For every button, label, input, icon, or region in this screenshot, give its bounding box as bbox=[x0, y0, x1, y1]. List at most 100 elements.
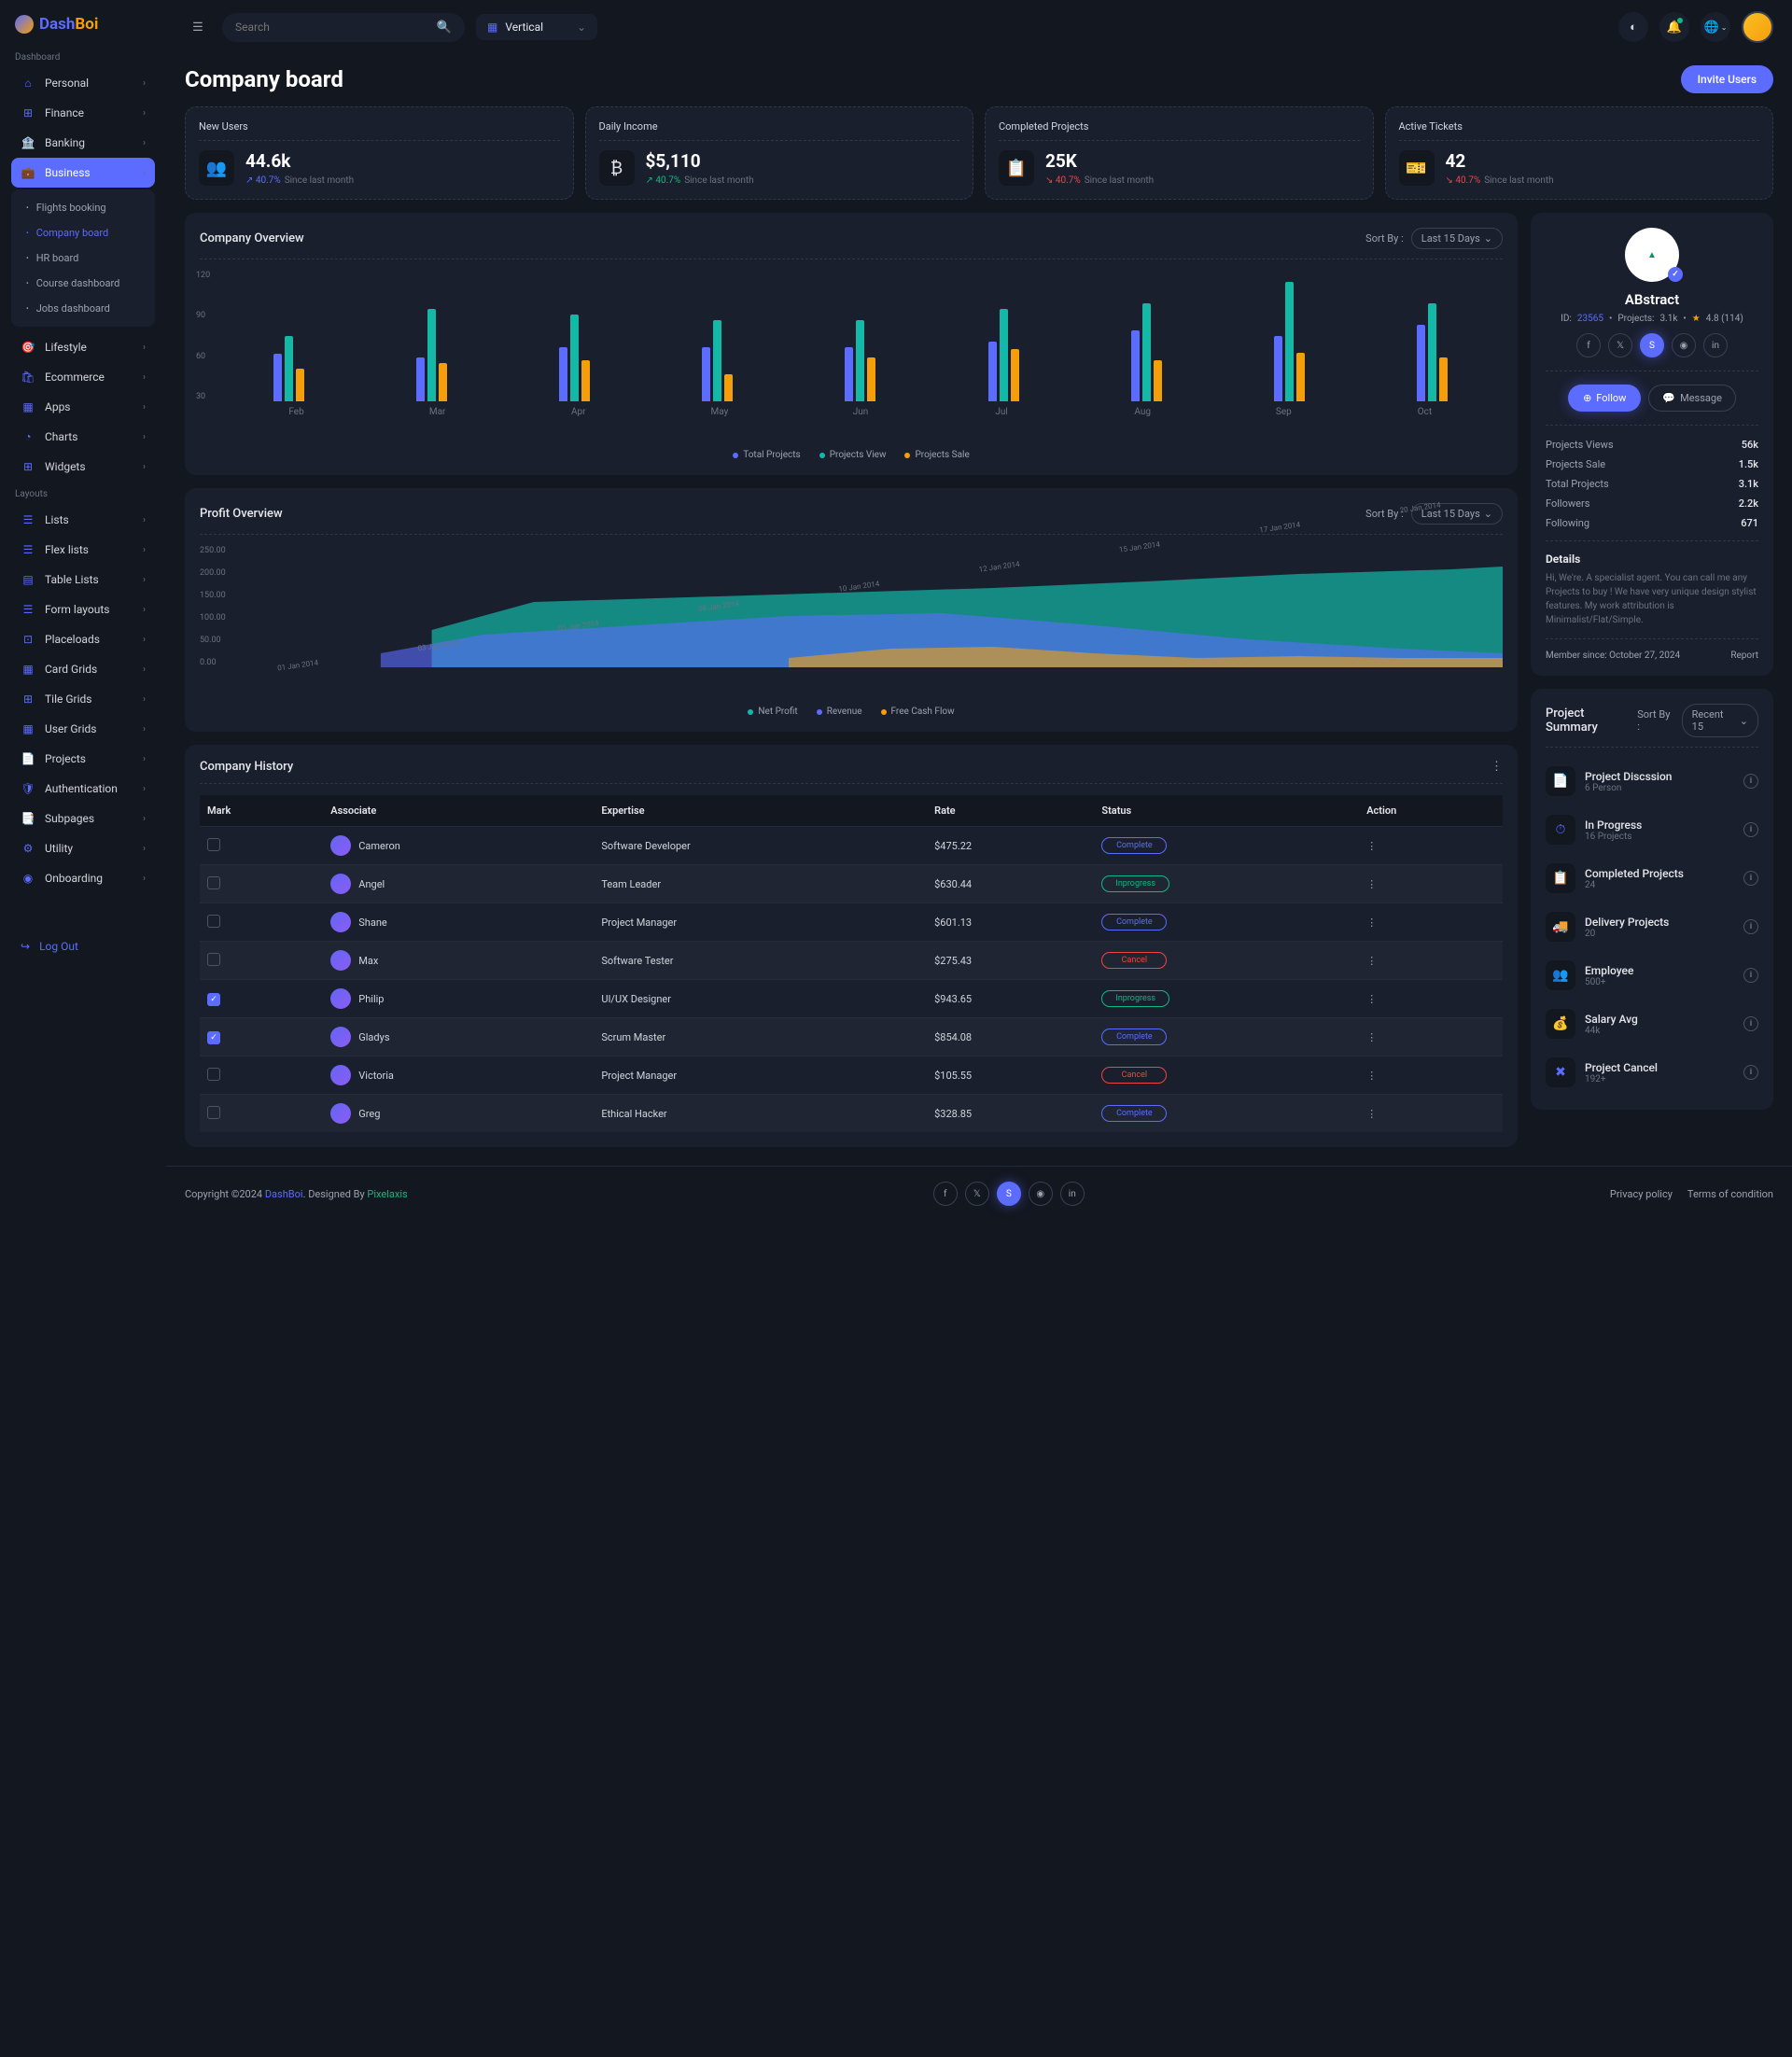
footer-instagram-icon[interactable]: ◉ bbox=[1029, 1182, 1053, 1206]
sidebar-item-authentication[interactable]: 🛡Authentication› bbox=[11, 774, 155, 804]
row-action-button[interactable]: ⋮ bbox=[1366, 878, 1377, 890]
placeloads-icon: ⊡ bbox=[21, 632, 35, 647]
info-icon[interactable]: i bbox=[1743, 774, 1758, 789]
sidebar-item-onboarding[interactable]: ◉Onboarding› bbox=[11, 863, 155, 893]
row-checkbox[interactable] bbox=[207, 1031, 220, 1044]
sidebar-item-business[interactable]: 💼Business› bbox=[11, 158, 155, 188]
bar bbox=[1439, 357, 1448, 401]
logout-button[interactable]: ↪ Log Out bbox=[11, 931, 155, 962]
instagram-icon[interactable]: ◉ bbox=[1672, 333, 1696, 357]
info-icon[interactable]: i bbox=[1743, 871, 1758, 886]
sidebar-item-cardgrids[interactable]: ▦Card Grids› bbox=[11, 654, 155, 684]
footer-brand-link[interactable]: DashBoi bbox=[265, 1188, 303, 1200]
rate: $630.44 bbox=[927, 865, 1094, 903]
invite-users-button[interactable]: Invite Users bbox=[1681, 65, 1773, 93]
summary-item: 📋 Completed Projects24 i bbox=[1546, 856, 1758, 901]
report-link[interactable]: Report bbox=[1730, 651, 1758, 661]
sidebar-item-flexlists[interactable]: ☰Flex lists› bbox=[11, 535, 155, 565]
stat-card-1: Daily Income ₿ $5,110 ↗ 40.7%Since last … bbox=[585, 106, 974, 200]
row-checkbox[interactable] bbox=[207, 876, 220, 889]
expertise: Project Manager bbox=[594, 1056, 927, 1095]
sidebar-item-lifestyle[interactable]: 🎯Lifestyle› bbox=[11, 332, 155, 362]
row-checkbox[interactable] bbox=[207, 953, 220, 966]
stat-icon: 👥 bbox=[199, 150, 234, 186]
facebook-icon[interactable]: f bbox=[1576, 333, 1601, 357]
sidebar-item-personal[interactable]: ⌂Personal› bbox=[11, 68, 155, 98]
row-action-button[interactable]: ⋮ bbox=[1366, 955, 1377, 967]
footer-designer-link[interactable]: Pixelaxis bbox=[367, 1188, 407, 1200]
privacy-link[interactable]: Privacy policy bbox=[1610, 1188, 1673, 1200]
row-checkbox[interactable] bbox=[207, 915, 220, 928]
sidebar-item-tilegrids[interactable]: ⊞Tile Grids› bbox=[11, 684, 155, 714]
message-button[interactable]: 💬 Message bbox=[1648, 385, 1736, 412]
sidebar-item-finance[interactable]: ⊞Finance› bbox=[11, 98, 155, 128]
skype-icon[interactable]: S bbox=[1640, 333, 1664, 357]
sidebar-subitem-flights[interactable]: Flights booking bbox=[11, 195, 155, 220]
logo[interactable]: DashBoi bbox=[11, 11, 155, 37]
terms-link[interactable]: Terms of condition bbox=[1687, 1188, 1773, 1200]
sidebar-item-apps[interactable]: ▦Apps› bbox=[11, 392, 155, 422]
bar bbox=[570, 315, 579, 401]
info-icon[interactable]: i bbox=[1743, 822, 1758, 837]
search-input-wrap[interactable]: 🔍 bbox=[222, 13, 465, 42]
info-icon[interactable]: i bbox=[1743, 1065, 1758, 1080]
sidebar-subitem-jobs[interactable]: Jobs dashboard bbox=[11, 296, 155, 321]
row-checkbox[interactable] bbox=[207, 838, 220, 851]
sidebar-item-placeloads[interactable]: ⊡Placeloads› bbox=[11, 624, 155, 654]
overview-sort-select[interactable]: Last 15 Days ⌄ bbox=[1411, 228, 1503, 249]
footer-linkedin-icon[interactable]: in bbox=[1060, 1182, 1085, 1206]
linkedin-icon[interactable]: in bbox=[1703, 333, 1728, 357]
follow-button[interactable]: ⊕ Follow bbox=[1568, 385, 1641, 412]
sidebar-item-ecommerce[interactable]: 🛍Ecommerce› bbox=[11, 362, 155, 392]
sidebar-item-tablelists[interactable]: ▤Table Lists› bbox=[11, 565, 155, 595]
info-icon[interactable]: i bbox=[1743, 1016, 1758, 1031]
row-checkbox[interactable] bbox=[207, 993, 220, 1006]
associate-name: Cameron bbox=[358, 840, 400, 852]
footer-facebook-icon[interactable]: f bbox=[933, 1182, 958, 1206]
personal-icon: ⌂ bbox=[21, 76, 35, 91]
bar bbox=[867, 357, 875, 401]
sidebar-subitem-course[interactable]: Course dashboard bbox=[11, 271, 155, 296]
summary-sort-select[interactable]: Recent 15 ⌄ bbox=[1682, 704, 1758, 737]
row-action-button[interactable]: ⋮ bbox=[1366, 1108, 1377, 1120]
row-checkbox[interactable] bbox=[207, 1068, 220, 1081]
expertise: Team Leader bbox=[594, 865, 927, 903]
project-summary-card: Project Summary Sort By : Recent 15 ⌄ 📄 … bbox=[1531, 689, 1773, 1110]
info-icon[interactable]: i bbox=[1743, 919, 1758, 934]
associate-avatar bbox=[330, 874, 351, 894]
sidebar-item-widgets[interactable]: ⊞Widgets› bbox=[11, 452, 155, 482]
row-action-button[interactable]: ⋮ bbox=[1366, 993, 1377, 1005]
sidebar-item-formlayouts[interactable]: ☰Form layouts› bbox=[11, 595, 155, 624]
footer-twitter-icon[interactable]: 𝕏 bbox=[965, 1182, 989, 1206]
row-action-button[interactable]: ⋮ bbox=[1366, 1070, 1377, 1082]
row-action-button[interactable]: ⋮ bbox=[1366, 917, 1377, 929]
footer-skype-icon[interactable]: S bbox=[997, 1182, 1021, 1206]
history-menu-button[interactable]: ⋮ bbox=[1491, 760, 1503, 774]
search-input[interactable] bbox=[235, 21, 429, 34]
row-checkbox[interactable] bbox=[207, 1106, 220, 1119]
sidebar-item-subpages[interactable]: 📑Subpages› bbox=[11, 804, 155, 833]
sidebar-item-projects[interactable]: 📄Projects› bbox=[11, 744, 155, 774]
search-icon[interactable]: 🔍 bbox=[437, 21, 452, 35]
info-icon[interactable]: i bbox=[1743, 968, 1758, 983]
sidebar-item-usergrids[interactable]: ▦User Grids› bbox=[11, 714, 155, 744]
sidebar-item-charts[interactable]: ◔Charts› bbox=[11, 422, 155, 452]
sidebar-item-banking[interactable]: 🏦Banking› bbox=[11, 128, 155, 158]
layout-select[interactable]: ▦ Vertical ⌄ bbox=[476, 14, 597, 40]
sidebar-subitem-hr[interactable]: HR board bbox=[11, 245, 155, 271]
row-action-button[interactable]: ⋮ bbox=[1366, 840, 1377, 852]
summary-item-title: Delivery Projects bbox=[1585, 916, 1734, 929]
theme-toggle[interactable]: ◐ bbox=[1618, 12, 1648, 42]
hamburger-icon[interactable]: ☰ bbox=[185, 14, 211, 40]
user-avatar[interactable] bbox=[1742, 11, 1773, 43]
nav-label: Personal bbox=[45, 77, 89, 90]
sidebar-subitem-company[interactable]: Company board bbox=[11, 220, 155, 245]
language-button[interactable]: 🌐⌄ bbox=[1701, 12, 1730, 42]
sidebar-item-utility[interactable]: ⚙Utility› bbox=[11, 833, 155, 863]
notifications-button[interactable]: 🔔 bbox=[1659, 12, 1689, 42]
table-row: Angel Team Leader $630.44 Inprogress ⋮ bbox=[200, 865, 1503, 903]
summary-item: 💰 Salary Avg44k i bbox=[1546, 1001, 1758, 1046]
sidebar-item-lists[interactable]: ☰Lists› bbox=[11, 505, 155, 535]
row-action-button[interactable]: ⋮ bbox=[1366, 1031, 1377, 1043]
twitter-icon[interactable]: 𝕏 bbox=[1608, 333, 1632, 357]
